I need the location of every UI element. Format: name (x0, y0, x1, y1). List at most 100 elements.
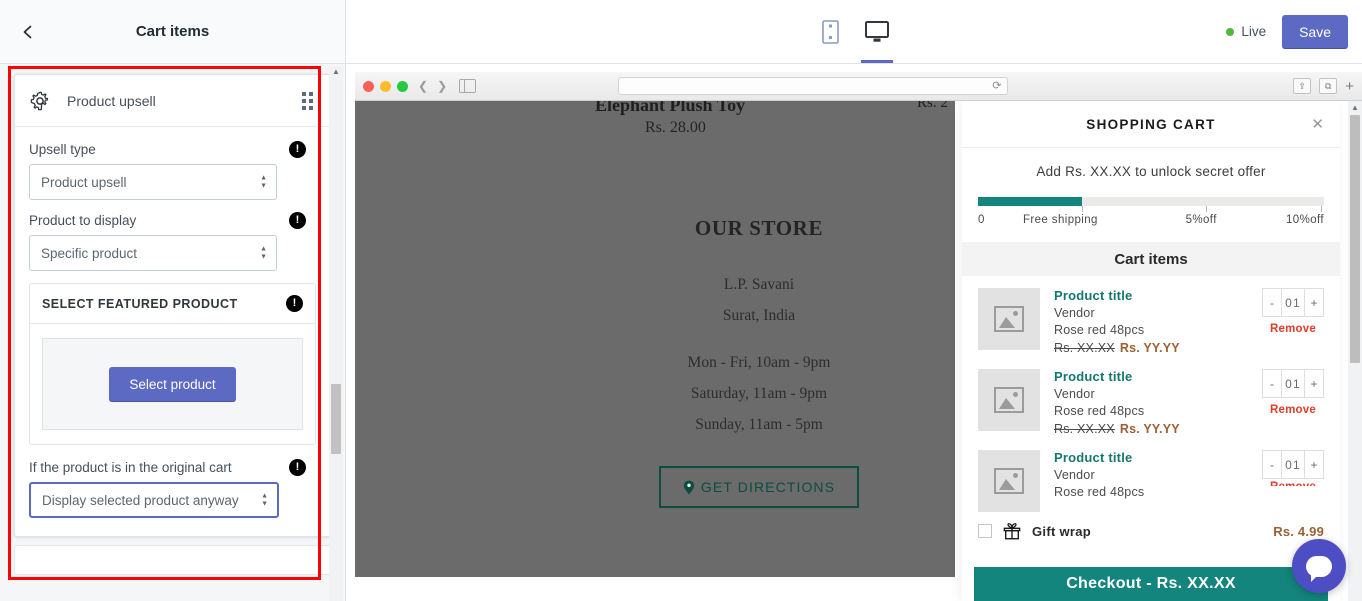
page-dim-overlay: Elephant Plush Toy Rs. 2 Rs. 28.00 OUR S… (355, 101, 955, 577)
chevron-right-icon[interactable]: ❯ (437, 79, 447, 93)
cart-item-vendor: Vendor (1054, 306, 1095, 320)
cart-item-variant: Rose red 48pcs (1054, 404, 1145, 418)
scroll-up-icon[interactable]: ▲ (331, 68, 341, 76)
cart-item-row: Product title Vendor Rose red 48pcs - 01… (962, 438, 1340, 514)
info-icon[interactable]: ! (289, 459, 306, 476)
browser-actions: ⇪ ⧉ + (1293, 78, 1354, 94)
next-section-card[interactable] (14, 545, 331, 575)
select-wrapper: Product upsell ▲ ▼ (29, 164, 316, 200)
select-value: Product upsell (41, 174, 127, 190)
quantity-value[interactable]: 01 (1281, 289, 1305, 316)
url-input[interactable]: ⟳ (618, 77, 1009, 95)
panel-body: Product upsell Upsell type ! Product ups… (0, 64, 345, 601)
cart-item-title[interactable]: Product title (1054, 288, 1256, 303)
cart-item-quantity: - 01 + Remove (1262, 450, 1324, 512)
quantity-value[interactable]: 01 (1281, 370, 1305, 397)
reload-icon[interactable]: ⟳ (992, 79, 1001, 92)
store-hours-line: Sunday, 11am - 5pm (695, 416, 823, 433)
panel-scrollbar-thumb[interactable] (331, 384, 341, 454)
panel-header: Cart items (0, 0, 345, 64)
store-hours-line: Mon - Fri, 10am - 9pm (687, 354, 831, 371)
info-icon[interactable]: ! (289, 141, 306, 158)
tab-overview-icon[interactable]: ⧉ (1319, 78, 1338, 94)
desktop-view-icon (865, 20, 889, 42)
sub-card-header: SELECT FEATURED PRODUCT ! (30, 284, 315, 324)
checkout-button[interactable]: Checkout - Rs. XX.XX (974, 567, 1328, 601)
maximize-window-light[interactable] (397, 80, 408, 92)
field-label-row: Upsell type ! (29, 141, 316, 158)
remove-item-link[interactable]: Remove (1262, 481, 1324, 486)
scroll-up-icon[interactable]: ▲ (1350, 104, 1360, 112)
live-label: Live (1241, 24, 1267, 39)
preview-scrollbar[interactable]: ▲ (1348, 101, 1362, 601)
progress-tick (1206, 206, 1208, 212)
storefront-preview: Elephant Plush Toy Rs. 2 Rs. 28.00 OUR S… (355, 101, 1362, 601)
field-original-cart: If the product is in the original cart !… (29, 459, 316, 518)
price-original: Rs. XX.XX (1054, 422, 1115, 436)
quantity-decrease-button[interactable]: - (1263, 289, 1281, 316)
sub-card-body: Select product (30, 324, 315, 444)
quantity-increase-button[interactable]: + (1305, 451, 1323, 478)
price-sale: Rs. YY.YY (1119, 341, 1180, 355)
product-to-display-select[interactable]: Specific product ▲ ▼ (29, 235, 277, 271)
card-body: Upsell type ! Product upsell ▲ ▼ Product… (15, 127, 330, 536)
upsell-type-select[interactable]: Product upsell ▲ ▼ (29, 164, 277, 200)
store-address-line: L.P. Savani (723, 276, 795, 293)
progress-labels: 0 Free shipping 5%off 10%off (978, 214, 1324, 230)
mobile-view-button[interactable] (816, 0, 845, 63)
product-thumbnail[interactable] (978, 288, 1040, 350)
progress-label: 10%off (1286, 214, 1324, 226)
cart-item-quantity: - 01 + Remove (1262, 369, 1324, 436)
cart-item-title[interactable]: Product title (1054, 450, 1256, 465)
product-thumbnail[interactable] (978, 369, 1040, 431)
store-address-line: Surat, India (722, 307, 796, 324)
chevron-left-icon[interactable]: ❮ (418, 79, 428, 93)
back-button[interactable] (8, 12, 48, 52)
cart-item-title[interactable]: Product title (1054, 369, 1256, 384)
remove-item-link[interactable]: Remove (1262, 404, 1324, 416)
view-toggle-group (816, 0, 895, 63)
desktop-view-button[interactable] (859, 0, 895, 63)
minimize-window-light[interactable] (380, 80, 391, 92)
quantity-decrease-button[interactable]: - (1263, 370, 1281, 397)
preview-area: Live Save ❮ ❯ ⟳ ⇪ ⧉ + Elephant Plush Toy… (346, 0, 1362, 601)
get-directions-label: GET DIRECTIONS (700, 479, 836, 495)
panel-scrollbar[interactable]: ▲ (329, 66, 343, 601)
quantity-increase-button[interactable]: + (1305, 370, 1323, 397)
drag-handle-icon[interactable] (302, 91, 316, 110)
status-badge: Live (1226, 24, 1266, 39)
info-icon[interactable]: ! (289, 212, 306, 229)
close-icon[interactable]: ✕ (1311, 115, 1324, 133)
field-upsell-type: Upsell type ! Product upsell ▲ ▼ (29, 141, 316, 200)
sidebar-toggle-icon[interactable] (459, 79, 477, 93)
gift-wrap-checkbox[interactable] (978, 524, 992, 538)
progress-tick (1320, 206, 1322, 212)
product-thumbnail[interactable] (978, 450, 1040, 512)
quantity-decrease-button[interactable]: - (1263, 451, 1281, 478)
close-window-light[interactable] (363, 80, 374, 92)
field-label: Product to display (29, 213, 137, 228)
quantity-value[interactable]: 01 (1281, 451, 1305, 478)
share-icon[interactable]: ⇪ (1293, 78, 1312, 94)
chat-widget-button[interactable] (1292, 539, 1346, 593)
select-wrapper: Specific product ▲ ▼ (29, 235, 316, 271)
remove-item-link[interactable]: Remove (1262, 323, 1324, 335)
original-cart-behavior-select[interactable]: Display selected product anyway ▲ ▼ (29, 482, 279, 518)
quantity-increase-button[interactable]: + (1305, 289, 1323, 316)
cart-item-quantity: - 01 + Remove (1262, 288, 1324, 355)
progress-label: Free shipping (1022, 214, 1098, 226)
select-product-button[interactable]: Select product (109, 366, 236, 402)
offer-text: Add Rs. XX.XX to unlock secret offer (1036, 164, 1266, 179)
offer-progress-bar (978, 197, 1324, 212)
info-icon[interactable]: ! (286, 295, 303, 312)
chat-bubble-icon (1306, 555, 1332, 582)
card-title: Product upsell (67, 92, 156, 109)
progress-tick (1081, 206, 1083, 212)
mobile-view-icon (822, 19, 839, 44)
preview-scrollbar-thumb[interactable] (1350, 115, 1360, 363)
get-directions-button[interactable]: GET DIRECTIONS (658, 466, 860, 508)
plus-icon[interactable]: + (1345, 79, 1354, 94)
store-heading: OUR STORE (694, 216, 824, 240)
cart-header: SHOPPING CART ✕ (962, 101, 1340, 148)
save-button[interactable]: Save (1282, 14, 1348, 49)
